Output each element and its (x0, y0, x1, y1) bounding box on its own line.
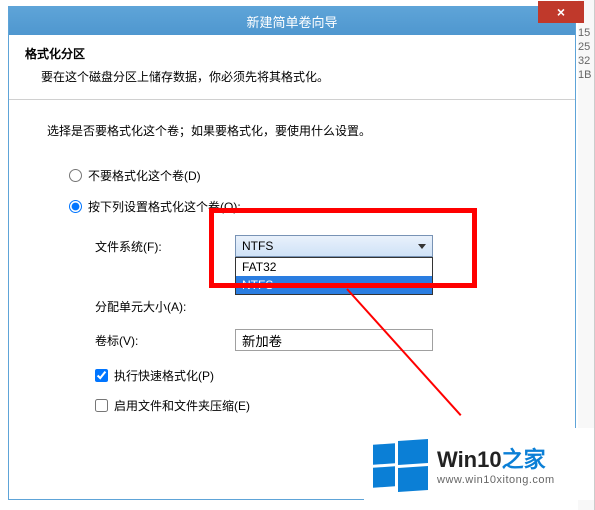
header-section: 格式化分区 要在这个磁盘分区上储存数据，你必须先将其格式化。 (9, 35, 575, 100)
section-description: 要在这个磁盘分区上储存数据，你必须先将其格式化。 (41, 68, 559, 85)
volume-label-input[interactable] (235, 329, 433, 351)
quick-format-label: 执行快速格式化(P) (114, 367, 214, 384)
wizard-dialog: 新建简单卷向导 × 格式化分区 要在这个磁盘分区上储存数据，你必须先将其格式化。… (8, 6, 576, 500)
filesystem-dropdown[interactable]: NTFS (235, 235, 433, 257)
filesystem-label: 文件系统(F): (95, 238, 235, 255)
close-icon: × (557, 4, 565, 20)
dialog-title: 新建简单卷向导 (246, 12, 337, 31)
radio-do-format-input[interactable] (69, 200, 82, 213)
quick-format-checkbox[interactable] (95, 369, 108, 382)
radio-no-format-input[interactable] (69, 169, 82, 182)
watermark: Win10之家 www.win10xitong.com (364, 428, 594, 500)
filesystem-row: 文件系统(F): NTFS FAT32 NTFS (95, 229, 545, 263)
instruction-text: 选择是否要格式化这个卷；如果要格式化，要使用什么设置。 (47, 122, 545, 139)
radio-do-format-label: 按下列设置格式化这个卷(O): (88, 198, 241, 215)
titlebar: 新建简单卷向导 × (9, 7, 575, 35)
watermark-brand-suffix: 之家 (502, 447, 546, 472)
chevron-down-icon (418, 244, 426, 249)
filesystem-option-ntfs[interactable]: NTFS (236, 276, 432, 294)
format-fields: 文件系统(F): NTFS FAT32 NTFS 分配单元大小(A): (95, 229, 545, 357)
windows-logo-icon (373, 438, 429, 490)
volume-label-row: 卷标(V): (95, 323, 545, 357)
close-button[interactable]: × (538, 1, 584, 23)
radio-do-format[interactable]: 按下列设置格式化这个卷(O): (69, 198, 545, 215)
radio-no-format[interactable]: 不要格式化这个卷(D) (69, 167, 545, 184)
allocation-label: 分配单元大小(A): (95, 298, 235, 315)
watermark-brand-prefix: Win10 (437, 447, 502, 472)
watermark-url: www.win10xitong.com (437, 474, 555, 486)
filesystem-selected: NTFS (242, 239, 273, 253)
compress-label: 启用文件和文件夹压缩(E) (114, 397, 250, 414)
volume-label: 卷标(V): (95, 332, 235, 349)
compress-row[interactable]: 启用文件和文件夹压缩(E) (95, 393, 545, 417)
compress-checkbox[interactable] (95, 399, 108, 412)
section-heading: 格式化分区 (25, 45, 559, 62)
filesystem-listbox[interactable]: FAT32 NTFS (235, 257, 433, 295)
filesystem-option-fat32[interactable]: FAT32 (236, 258, 432, 276)
watermark-text: Win10之家 www.win10xitong.com (437, 442, 555, 486)
radio-no-format-label: 不要格式化这个卷(D) (88, 167, 201, 184)
quick-format-row[interactable]: 执行快速格式化(P) (95, 363, 545, 387)
